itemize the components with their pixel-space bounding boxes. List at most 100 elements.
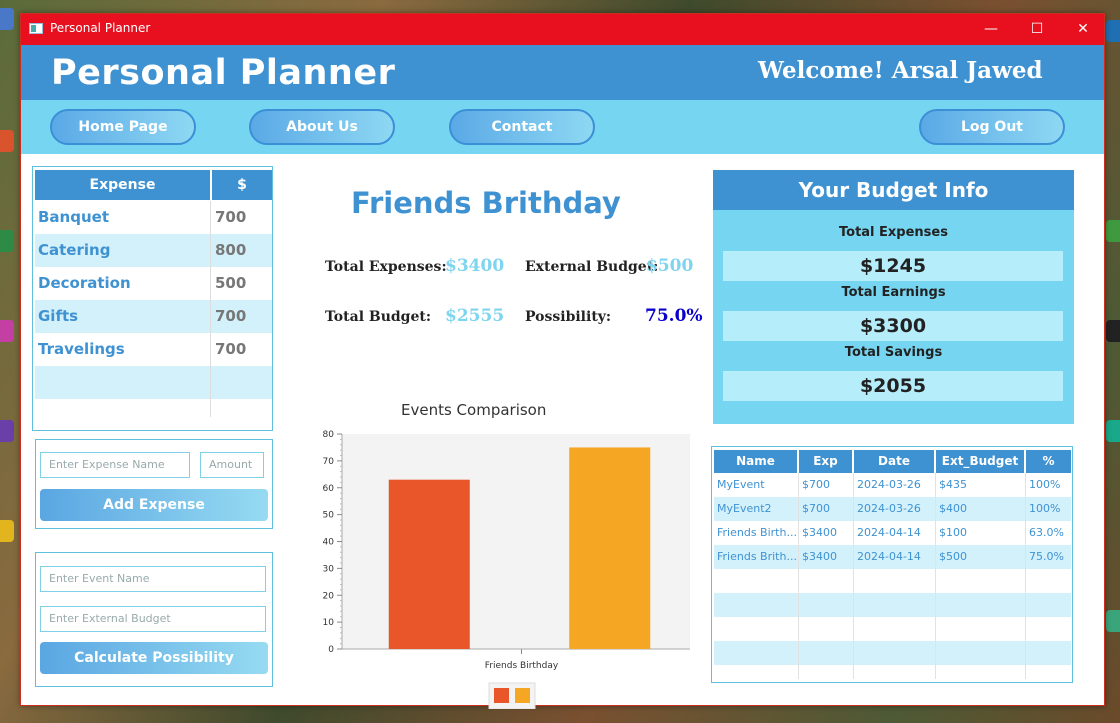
event-percent-cell: 63.0% <box>1029 526 1064 539</box>
calculate-possibility-button[interactable]: Calculate Possibility <box>40 642 268 674</box>
cell-divider <box>210 333 211 366</box>
total-budget-label: Total Budget: <box>325 309 432 325</box>
welcome-text: Welcome! Arsal Jawed <box>758 57 1043 84</box>
close-button[interactable]: ✕ <box>1060 14 1106 45</box>
table-row[interactable]: MyEvent2 $700 2024-03-26 $400 100% <box>714 497 1071 521</box>
logout-button[interactable]: Log Out <box>919 109 1065 145</box>
expense-name: Banquet <box>38 208 109 226</box>
window-title: Personal Planner <box>50 21 151 35</box>
event-date-cell: 2024-03-26 <box>857 502 921 515</box>
cell-divider <box>210 267 211 300</box>
event-budget-cell: $100 <box>939 526 967 539</box>
y-tick-label: 70 <box>323 457 335 467</box>
chart-title: Events Comparison <box>401 401 547 419</box>
expense-table[interactable]: Expense $ Banquet 700 Catering 800 Decor… <box>32 166 273 431</box>
desktop-icon[interactable] <box>0 420 14 442</box>
empty-row[interactable] <box>714 665 1071 679</box>
empty-row[interactable] <box>35 399 272 417</box>
desktop-icon[interactable] <box>1106 320 1120 342</box>
date-column-header[interactable]: Date <box>854 450 934 473</box>
maximize-button[interactable]: ☐ <box>1014 14 1060 45</box>
column-divider <box>1025 473 1026 679</box>
desktop-icon[interactable] <box>0 230 14 252</box>
chart-bar <box>388 479 470 649</box>
exp-column-header[interactable]: Exp <box>799 450 852 473</box>
table-row[interactable]: Gifts 700 <box>35 300 272 333</box>
table-row[interactable]: MyEvent $700 2024-03-26 $435 100% <box>714 473 1071 497</box>
app-icon <box>29 23 43 34</box>
y-tick-label: 60 <box>323 484 335 494</box>
desktop-icon[interactable] <box>1106 20 1120 42</box>
table-row[interactable]: Travelings 700 <box>35 333 272 366</box>
empty-row[interactable] <box>714 593 1071 617</box>
external-budget-input[interactable]: Enter External Budget <box>40 606 266 632</box>
event-name-cell: MyEvent <box>717 478 765 491</box>
title-bar[interactable]: Personal Planner — ☐ ✕ <box>21 14 1104 45</box>
event-name-input[interactable]: Enter Event Name <box>40 566 266 592</box>
x-tick-label: Friends Birthday <box>485 661 559 671</box>
desktop-icon[interactable] <box>0 320 14 342</box>
total-savings-value: $2055 <box>723 371 1063 401</box>
budget-info-title: Your Budget Info <box>713 170 1074 210</box>
empty-row[interactable] <box>714 617 1071 641</box>
expense-amount: 700 <box>215 340 247 358</box>
cell-divider <box>210 201 211 234</box>
cell-divider <box>210 366 211 399</box>
table-row[interactable]: Decoration 500 <box>35 267 272 300</box>
percent-column-header[interactable]: % <box>1026 450 1071 473</box>
event-percent-cell: 100% <box>1029 478 1061 491</box>
expense-column-header[interactable]: Expense <box>35 170 210 200</box>
brand-title: Personal Planner <box>51 53 396 93</box>
chart-bar <box>569 447 651 649</box>
expense-name-input[interactable]: Enter Expense Name <box>40 452 190 478</box>
app-header: Personal Planner Welcome! Arsal Jawed <box>21 45 1104 100</box>
expense-amount: 700 <box>215 307 247 325</box>
y-tick-label: 30 <box>323 564 335 574</box>
total-earnings-label: Total Earnings <box>841 285 946 300</box>
y-tick-label: 50 <box>323 511 335 521</box>
empty-row[interactable] <box>35 366 272 399</box>
table-row[interactable]: Catering 800 <box>35 234 272 267</box>
empty-row[interactable] <box>714 569 1071 593</box>
table-row[interactable]: Banquet 700 <box>35 201 272 234</box>
total-expenses-value: $3400 <box>445 256 505 276</box>
amount-column-header[interactable]: $ <box>212 170 272 200</box>
event-name-cell: Friends Birth... <box>717 526 797 539</box>
contact-button[interactable]: Contact <box>449 109 595 145</box>
expense-name: Decoration <box>38 274 131 292</box>
event-percent-cell: 100% <box>1029 502 1061 515</box>
add-expense-button[interactable]: Add Expense <box>40 489 268 521</box>
table-row[interactable]: Friends Brith... $3400 2024-04-14 $500 7… <box>714 545 1071 569</box>
expense-amount-input[interactable]: Amount <box>200 452 264 478</box>
ext-budget-column-header[interactable]: Ext_Budget <box>936 450 1024 473</box>
column-divider <box>935 473 936 679</box>
y-tick-label: 0 <box>328 645 334 655</box>
event-percent-cell: 75.0% <box>1029 550 1064 563</box>
desktop-icon[interactable] <box>1106 610 1120 632</box>
name-column-header[interactable]: Name <box>714 450 797 473</box>
app-window: Personal Planner — ☐ ✕ Personal Planner … <box>20 13 1105 709</box>
events-table[interactable]: Name Exp Date Ext_Budget % MyEvent $700 … <box>711 446 1073 683</box>
y-tick-label: 80 <box>323 430 335 440</box>
desktop-icon[interactable] <box>1106 220 1120 242</box>
total-expenses-label: Total Expenses <box>839 225 948 240</box>
event-exp-cell: $700 <box>802 502 830 515</box>
desktop-icon[interactable] <box>0 130 14 152</box>
empty-row[interactable] <box>714 641 1071 665</box>
desktop-icon[interactable] <box>0 8 14 30</box>
y-tick-label: 40 <box>323 538 335 548</box>
table-row[interactable]: Friends Birth... $3400 2024-04-14 $100 6… <box>714 521 1071 545</box>
minimize-button[interactable]: — <box>968 14 1014 45</box>
desktop-icon[interactable] <box>0 520 14 542</box>
event-date-cell: 2024-04-14 <box>857 526 921 539</box>
home-button[interactable]: Home Page <box>50 109 196 145</box>
desktop-icon[interactable] <box>1106 420 1120 442</box>
event-exp-cell: $3400 <box>802 526 837 539</box>
total-expenses-value: $1245 <box>723 251 1063 281</box>
total-budget-value: $2555 <box>445 306 505 326</box>
cell-divider <box>210 300 211 333</box>
about-button[interactable]: About Us <box>249 109 395 145</box>
possibility-value: 75.0% <box>645 306 703 326</box>
event-date-cell: 2024-04-14 <box>857 550 921 563</box>
event-budget-cell: $400 <box>939 502 967 515</box>
